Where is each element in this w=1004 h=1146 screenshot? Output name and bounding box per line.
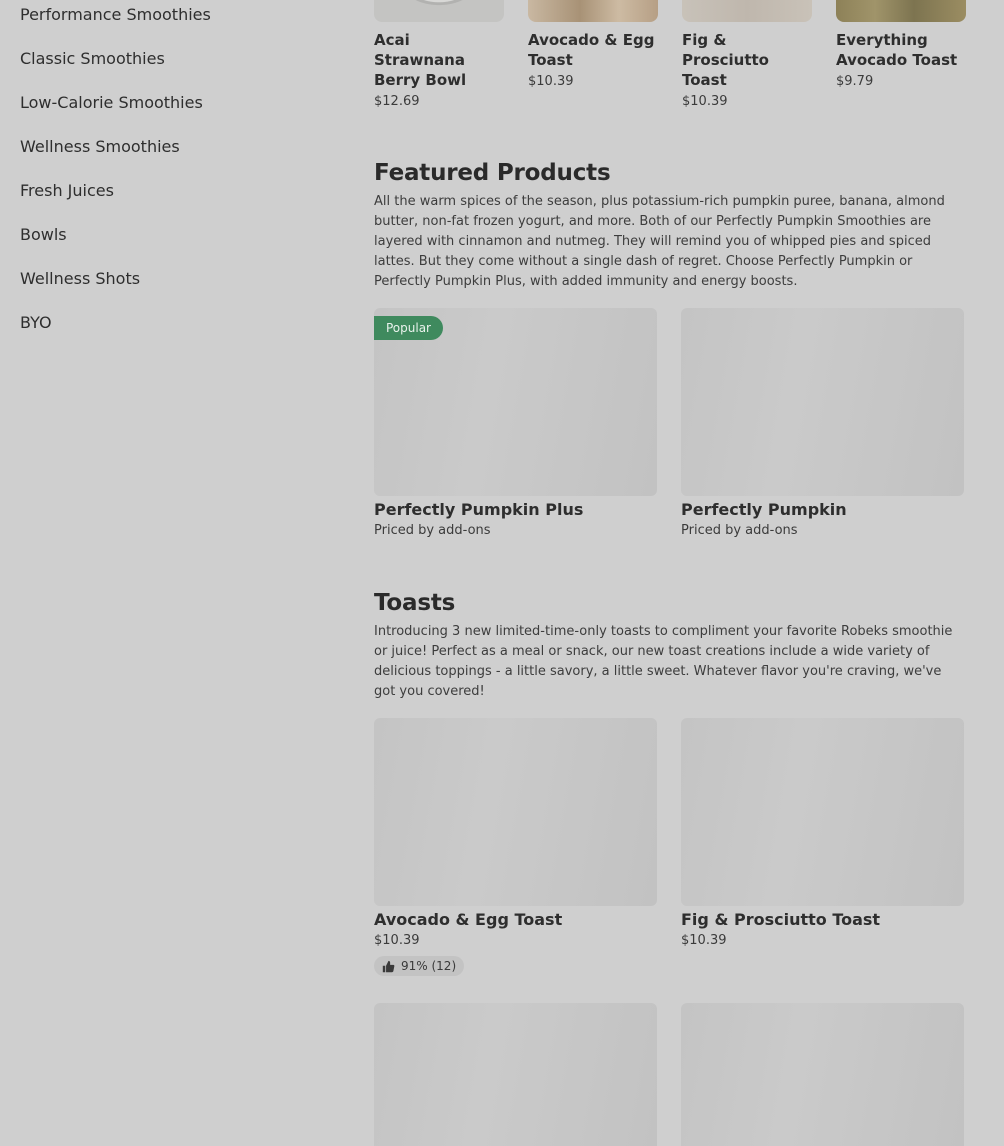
section-description: Introducing 3 new limited-time-only toas… — [374, 624, 953, 699]
product-name: Acai Strawnana Berry Bowl — [374, 31, 467, 89]
product-price: $9.79 — [836, 74, 874, 89]
sidebar-item-byo[interactable]: BYO — [20, 300, 340, 344]
section-title: Featured Products — [374, 160, 611, 186]
rating-text: 91% (12) — [401, 959, 457, 973]
popular-badge: Popular — [374, 316, 443, 340]
product-price: Priced by add-ons — [374, 523, 491, 538]
carousel-card-everything-avocado-toast[interactable]: Everything Avocado Toast $9.79 — [836, 0, 966, 109]
featured-products-section: Featured Products All the warm spices of… — [374, 160, 964, 538]
product-card[interactable] — [374, 1003, 657, 1146]
product-card-avocado-egg-toast[interactable]: Avocado & Egg Toast $10.39 91% (12) — [374, 718, 657, 977]
sidebar-item-bowls[interactable]: Bowls — [20, 212, 340, 256]
product-name: Fig & Prosciutto Toast — [682, 31, 769, 89]
toasts-section: Toasts Introducing 3 new limited-time-on… — [374, 590, 964, 977]
carousel-card-acai-bowl[interactable]: Acai Strawnana Berry Bowl $12.69 — [374, 0, 504, 109]
product-image — [681, 1003, 964, 1146]
product-image — [681, 308, 964, 496]
product-price: $10.39 — [528, 74, 574, 89]
sidebar-item-wellness-smoothies[interactable]: Wellness Smoothies — [20, 124, 340, 168]
section-title: Toasts — [374, 590, 456, 616]
section-description: All the warm spices of the season, plus … — [374, 194, 945, 289]
sidebar-item-wellness-shots[interactable]: Wellness Shots — [20, 256, 340, 300]
rating-badge: 91% (12) — [374, 956, 465, 976]
product-image — [528, 0, 658, 22]
product-image — [681, 718, 964, 906]
product-image — [374, 0, 504, 22]
product-name: Perfectly Pumpkin — [681, 500, 847, 519]
product-price: $12.69 — [374, 94, 420, 109]
product-price: Priced by add-ons — [681, 523, 798, 538]
sidebar-item-fresh-juices[interactable]: Fresh Juices — [20, 168, 340, 212]
thumbs-up-icon — [382, 960, 395, 972]
product-image: Popular — [374, 308, 657, 496]
carousel-card-fig-prosciutto-toast[interactable]: Fig & Prosciutto Toast $10.39 — [682, 0, 812, 109]
product-name: Avocado & Egg Toast — [528, 31, 655, 69]
popular-carousel: Acai Strawnana Berry Bowl $12.69 Avocado… — [374, 0, 974, 109]
product-image — [374, 1003, 657, 1146]
product-card-fig-prosciutto-toast[interactable]: Fig & Prosciutto Toast $10.39 — [681, 718, 964, 977]
product-image — [682, 0, 812, 22]
sidebar-item-performance-smoothies[interactable]: Performance Smoothies — [20, 0, 340, 36]
carousel-card-avocado-egg-toast[interactable]: Avocado & Egg Toast $10.39 — [528, 0, 658, 109]
sidebar-item-classic-smoothies[interactable]: Classic Smoothies — [20, 36, 340, 80]
sidebar-item-low-calorie-smoothies[interactable]: Low-Calorie Smoothies — [20, 80, 340, 124]
category-sidebar: Performance Smoothies Classic Smoothies … — [20, 0, 340, 344]
product-name: Everything Avocado Toast — [836, 31, 958, 69]
product-price: $10.39 — [681, 933, 727, 948]
product-price: $10.39 — [682, 94, 728, 109]
product-image — [836, 0, 966, 22]
product-image — [374, 718, 657, 906]
toasts-next-row — [374, 1003, 964, 1146]
product-name: Fig & Prosciutto Toast — [681, 910, 881, 929]
product-card[interactable] — [681, 1003, 964, 1146]
product-price: $10.39 — [374, 933, 420, 948]
product-card-perfectly-pumpkin-plus[interactable]: Popular Perfectly Pumpkin Plus Priced by… — [374, 308, 657, 538]
product-card-perfectly-pumpkin[interactable]: Perfectly Pumpkin Priced by add-ons — [681, 308, 964, 538]
product-name: Perfectly Pumpkin Plus — [374, 500, 584, 519]
product-name: Avocado & Egg Toast — [374, 910, 563, 929]
